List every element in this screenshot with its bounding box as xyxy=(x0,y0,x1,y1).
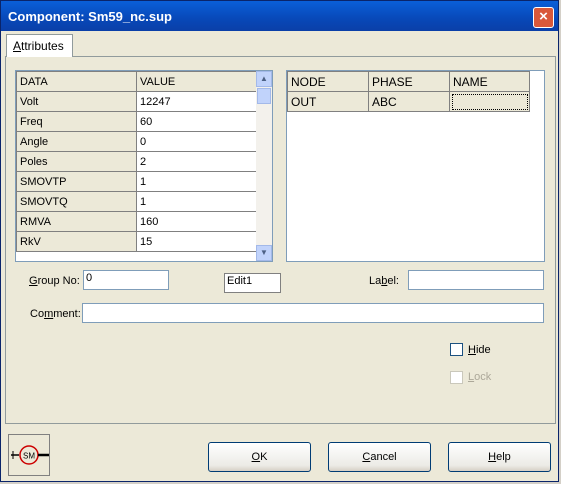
component-icon-box: SM xyxy=(8,434,50,476)
comment-label: Comment: xyxy=(30,308,81,320)
close-icon: × xyxy=(539,8,548,25)
help-button[interactable]: Help xyxy=(448,442,551,472)
attr-name-cell: RkV xyxy=(16,231,137,252)
edit1-input[interactable]: Edit1 xyxy=(224,273,281,293)
attr-name-cell: SMOVTP xyxy=(16,171,137,192)
attr-value-cell[interactable]: 1 xyxy=(136,171,258,192)
attr-value-cell[interactable]: 1 xyxy=(136,191,258,212)
node-grid[interactable]: NODE PHASE NAME OUT ABC xyxy=(286,70,545,262)
attr-value-cell[interactable]: 15 xyxy=(136,231,258,252)
attr-name-cell: Freq xyxy=(16,111,137,132)
node-cell[interactable]: OUT xyxy=(287,91,369,112)
attr-name-cell: RMVA xyxy=(16,211,137,232)
attributes-grid[interactable]: DATA VALUE Volt 12247 Freq 60 Angle 0 Poles… xyxy=(15,70,273,262)
attr-name-cell: Poles xyxy=(16,151,137,172)
ok-button[interactable]: OK xyxy=(208,442,311,472)
tab-attributes[interactable]: Attributes xyxy=(6,34,73,57)
group-no-label: Group No: xyxy=(29,275,80,287)
column-header-data: DATA xyxy=(16,71,137,92)
column-header-name: NAME xyxy=(449,71,530,92)
close-button[interactable]: × xyxy=(533,7,554,28)
phase-cell[interactable]: ABC xyxy=(368,91,450,112)
attr-value-cell[interactable]: 160 xyxy=(136,211,258,232)
column-header-node: NODE xyxy=(287,71,369,92)
cancel-button[interactable]: Cancel xyxy=(328,442,431,472)
hide-label[interactable]: Hide xyxy=(468,344,491,356)
hide-checkbox[interactable] xyxy=(450,343,463,356)
lock-label: Lock xyxy=(468,371,492,383)
attr-name-cell: Angle xyxy=(16,131,137,152)
attributes-scrollbar[interactable]: ▲ ▼ xyxy=(256,71,272,261)
label-input[interactable] xyxy=(408,270,544,290)
attr-name-cell: Volt xyxy=(16,91,137,112)
column-header-phase: PHASE xyxy=(368,71,450,92)
scroll-up-icon[interactable]: ▲ xyxy=(256,71,272,87)
attr-value-cell[interactable]: 60 xyxy=(136,111,258,132)
comment-input[interactable] xyxy=(82,303,544,323)
attr-value-cell[interactable]: 0 xyxy=(136,131,258,152)
attr-value-cell[interactable]: 12247 xyxy=(136,91,258,112)
label-field-label: Label: xyxy=(369,275,399,287)
lock-checkbox[interactable] xyxy=(450,371,463,384)
attr-value-cell[interactable]: 2 xyxy=(136,151,258,172)
tab-attributes-label: Attributes xyxy=(13,39,64,53)
dialog-window: Component: Sm59_nc.sup × Attributes DATA… xyxy=(0,0,559,482)
name-cell[interactable] xyxy=(449,91,530,112)
svg-text:SM: SM xyxy=(23,452,35,461)
title-bar[interactable]: Component: Sm59_nc.sup × xyxy=(1,1,558,31)
synchronous-machine-icon: SM xyxy=(11,445,49,465)
column-header-value: VALUE xyxy=(136,71,258,92)
scroll-down-icon[interactable]: ▼ xyxy=(256,245,272,261)
window-title: Component: Sm59_nc.sup xyxy=(8,9,172,24)
group-no-input[interactable]: 0 xyxy=(83,270,169,290)
attr-name-cell: SMOVTQ xyxy=(16,191,137,212)
scroll-thumb[interactable] xyxy=(257,88,271,104)
